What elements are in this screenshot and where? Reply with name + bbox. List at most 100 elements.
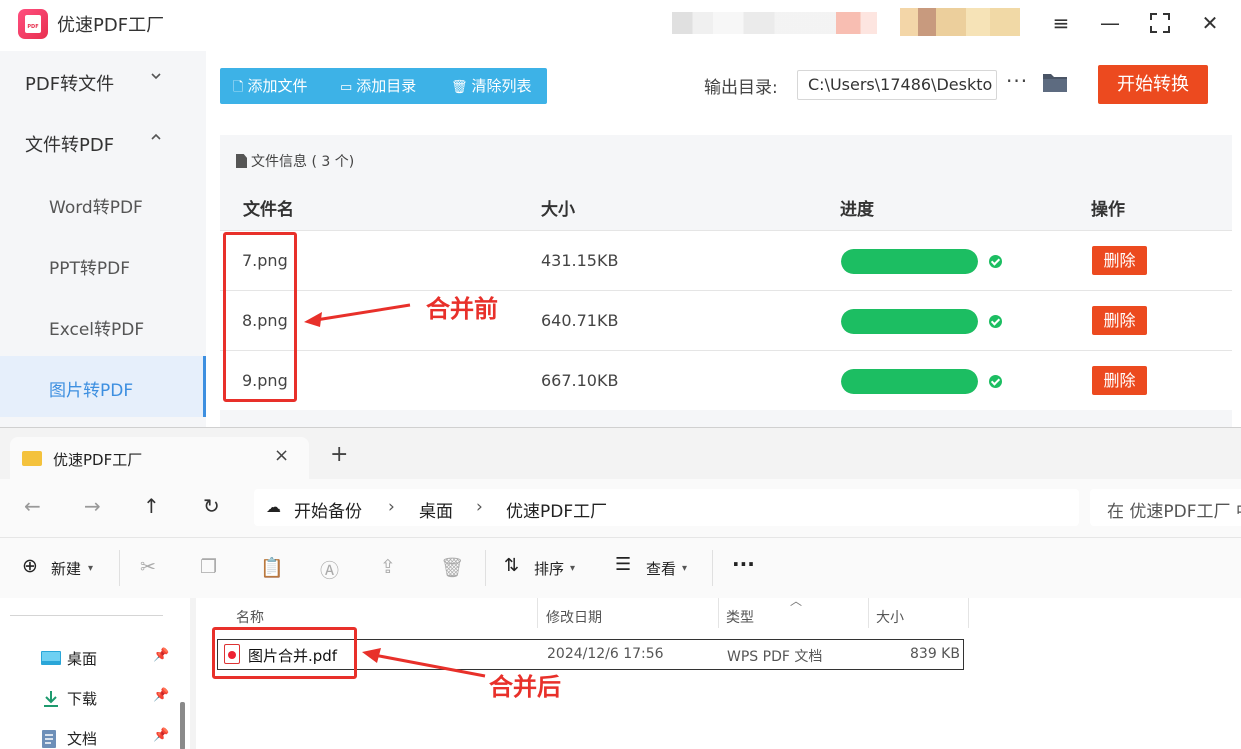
chevron-up-icon xyxy=(150,131,162,147)
back-arrow-icon[interactable]: ← xyxy=(24,494,41,518)
maximize-icon[interactable] xyxy=(1145,8,1175,38)
chevron-down-icon: ▾ xyxy=(570,563,576,574)
close-tab-icon[interactable]: × xyxy=(274,445,289,466)
clear-list-button[interactable]: 🗑 清除列表 xyxy=(451,68,532,104)
annotation-label-before: 合并前 xyxy=(426,295,498,323)
file-size: 431.15KB xyxy=(541,251,619,270)
sort-indicator-icon: ︿ xyxy=(790,594,803,608)
sidebar-group-label: PDF转文件 xyxy=(25,74,115,95)
document-icon xyxy=(236,154,247,168)
new-tab-button[interactable]: + xyxy=(330,444,348,466)
check-icon xyxy=(989,315,1002,328)
sidebar-item-word-to-pdf[interactable]: Word转PDF xyxy=(0,173,206,234)
scrollbar[interactable] xyxy=(180,702,185,749)
view-icon: ☰ xyxy=(615,554,632,575)
blurred-account-info xyxy=(672,12,877,34)
sidebar-item-ppt-to-pdf[interactable]: PPT转PDF xyxy=(0,234,206,295)
file-size: 667.10KB xyxy=(541,371,619,390)
clear-list-label: 清除列表 xyxy=(471,77,532,95)
delete-button[interactable]: 删除 xyxy=(1092,246,1147,275)
breadcrumb-item[interactable]: 桌面 xyxy=(419,497,453,522)
paste-icon[interactable]: 📋 xyxy=(260,556,284,579)
file-toolbar: 🗋 添加文件 ▭ 添加目录 🗑 清除列表 xyxy=(220,68,547,104)
file-size: 640.71KB xyxy=(541,311,619,330)
view-button[interactable]: 查看 xyxy=(646,558,676,579)
explorer-tab[interactable]: 优速PDF工厂 × xyxy=(10,437,309,479)
column-header-size: 大小 xyxy=(541,200,575,220)
sidebar-item-label: PPT转PDF xyxy=(49,259,131,279)
output-directory-field[interactable]: C:\Users\17486\Deskto xyxy=(797,70,997,100)
file-count: ( 3 个) xyxy=(311,154,355,170)
pin-icon: 📌 xyxy=(153,648,170,663)
nav-item-label: 文档 xyxy=(67,730,98,748)
search-placeholder: 在 优速PDF工厂 中 xyxy=(1107,502,1241,522)
add-directory-label: 添加目录 xyxy=(356,77,417,95)
column-header-progress: 进度 xyxy=(840,200,874,220)
column-header-action: 操作 xyxy=(1091,200,1125,220)
nav-item-downloads[interactable]: 下载 📌 xyxy=(41,685,181,711)
nav-item-label: 桌面 xyxy=(67,650,98,668)
close-icon[interactable]: ✕ xyxy=(1195,8,1225,38)
folder-icon: ▭ xyxy=(340,80,353,95)
add-file-label: 添加文件 xyxy=(247,77,308,95)
annotation-box-after xyxy=(212,627,357,679)
share-icon[interactable]: ⇪ xyxy=(380,556,396,578)
delete-icon[interactable]: 🗑 xyxy=(440,556,464,579)
copy-icon[interactable]: ❐ xyxy=(200,556,217,578)
delete-button[interactable]: 删除 xyxy=(1092,306,1147,335)
progress-bar xyxy=(841,369,978,394)
chevron-down-icon: ▾ xyxy=(682,563,688,574)
open-folder-icon[interactable] xyxy=(1042,71,1068,95)
nav-item-documents[interactable]: 文档 📌 xyxy=(41,725,181,749)
column-header-name: 文件名 xyxy=(243,200,294,220)
file-explorer-window: 优速PDF工厂 × + ← → ↑ ↻ ☁ 开始备份 › 桌面 › 优速PDF工… xyxy=(0,427,1241,749)
file-info-header: 文件信息 ( 3 个) xyxy=(236,151,354,171)
app-logo-icon xyxy=(18,9,48,39)
new-button[interactable]: 新建 xyxy=(51,558,81,579)
column-header-name[interactable]: 名称 xyxy=(236,607,264,627)
output-directory-label: 输出目录: xyxy=(704,78,778,98)
cut-icon[interactable]: ✂ xyxy=(140,556,156,578)
explorer-tab-title: 优速PDF工厂 xyxy=(53,451,143,469)
delete-button[interactable]: 删除 xyxy=(1092,366,1147,395)
more-options-icon[interactable]: ··· xyxy=(732,552,755,576)
folder-icon xyxy=(22,451,42,466)
pin-icon: 📌 xyxy=(153,688,170,703)
sidebar-group-pdf-to-file[interactable]: PDF转文件 xyxy=(0,51,206,111)
forward-arrow-icon[interactable]: → xyxy=(84,494,101,518)
table-row: 9.png 667.10KB 删除 xyxy=(220,350,1232,410)
add-file-button[interactable]: 🗋 添加文件 xyxy=(233,68,307,104)
backup-status-icon: ☁ xyxy=(266,498,281,516)
column-header-type[interactable]: 类型 xyxy=(726,607,754,627)
table-row: 7.png 431.15KB 删除 xyxy=(220,230,1232,290)
breadcrumb-item[interactable]: 开始备份 xyxy=(294,497,362,522)
menu-icon[interactable]: ≡ xyxy=(1046,8,1076,38)
table-header: 文件名 大小 进度 操作 xyxy=(220,182,1232,230)
breadcrumb[interactable]: ☁ 开始备份 › 桌面 › 优速PDF工厂 xyxy=(254,489,1079,526)
sort-button[interactable]: 排序 xyxy=(534,558,564,579)
annotation-box-before xyxy=(223,232,297,402)
breadcrumb-item[interactable]: 优速PDF工厂 xyxy=(506,497,607,522)
check-icon xyxy=(989,255,1002,268)
minimize-icon[interactable]: — xyxy=(1095,8,1125,38)
sidebar-group-file-to-pdf[interactable]: 文件转PDF xyxy=(0,112,206,172)
start-convert-button[interactable]: 开始转换 xyxy=(1098,65,1208,104)
file-icon: 🗋 xyxy=(233,80,244,95)
add-directory-button[interactable]: ▭ 添加目录 xyxy=(340,68,416,104)
more-options-button[interactable]: ··· xyxy=(1006,69,1028,93)
column-header-date[interactable]: 修改日期 xyxy=(546,607,602,627)
search-input[interactable]: 在 优速PDF工厂 中 xyxy=(1090,489,1241,526)
add-circle-icon: ⊕ xyxy=(22,555,38,577)
sidebar-item-excel-to-pdf[interactable]: Excel转PDF xyxy=(0,295,206,356)
sidebar-group-label: 文件转PDF xyxy=(25,135,115,156)
explorer-navbar: ← → ↑ ↻ ☁ 开始备份 › 桌面 › 优速PDF工厂 在 优速PDF工厂 … xyxy=(0,479,1241,537)
sidebar-item-label: Word转PDF xyxy=(49,198,143,218)
rename-icon[interactable]: Ⓐ xyxy=(320,556,339,583)
nav-item-desktop[interactable]: 桌面 📌 xyxy=(41,645,181,671)
column-header-size[interactable]: 大小 xyxy=(876,607,904,627)
refresh-icon[interactable]: ↻ xyxy=(203,494,220,518)
sidebar-item-image-to-pdf[interactable]: 图片转PDF xyxy=(0,356,206,417)
up-arrow-icon[interactable]: ↑ xyxy=(143,494,160,518)
desktop-icon xyxy=(41,650,61,666)
sidebar-item-label: Excel转PDF xyxy=(49,320,145,340)
